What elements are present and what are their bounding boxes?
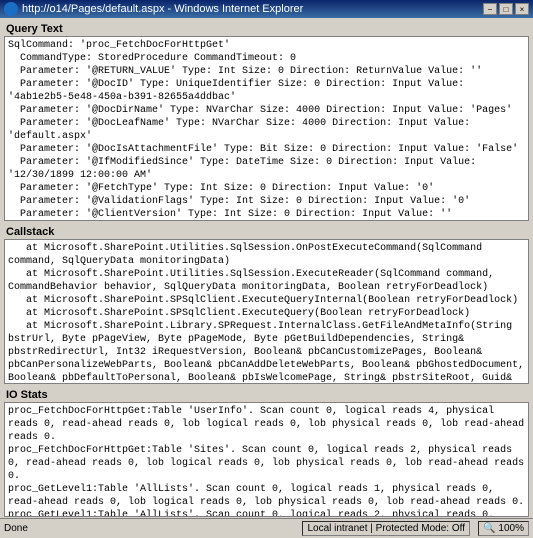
maximize-button[interactable]: □: [499, 3, 513, 15]
status-right: Local intranet | Protected Mode: Off 🔍 1…: [302, 521, 529, 536]
callstack-box[interactable]: at Microsoft.SharePoint.Utilities.SqlSes…: [4, 239, 529, 384]
title-bar: http://o14/Pages/default.aspx - Windows …: [0, 0, 533, 18]
minimize-button[interactable]: −: [483, 3, 497, 15]
status-bar: Done Local intranet | Protected Mode: Of…: [0, 518, 533, 538]
status-done: Done: [4, 523, 28, 534]
query-text-box[interactable]: SqlCommand: 'proc_FetchDocForHttpGet' Co…: [4, 36, 529, 221]
main-content: Query Text SqlCommand: 'proc_FetchDocFor…: [0, 18, 533, 518]
title-bar-controls[interactable]: − □ ×: [483, 3, 529, 15]
io-stats-section: IO Stats proc_FetchDocForHttpGet:Table '…: [4, 388, 529, 517]
zoom-icon: 🔍: [483, 523, 495, 534]
status-zone: Local intranet | Protected Mode: Off: [302, 521, 470, 536]
io-stats-content: proc_FetchDocForHttpGet:Table 'UserInfo'…: [8, 405, 525, 517]
io-stats-title: IO Stats: [4, 388, 529, 402]
io-stats-box[interactable]: proc_FetchDocForHttpGet:Table 'UserInfo'…: [4, 402, 529, 517]
query-text-title: Query Text: [4, 22, 529, 36]
callstack-section: Callstack at Microsoft.SharePoint.Utilit…: [4, 225, 529, 384]
zoom-level: 100%: [498, 523, 524, 534]
callstack-title: Callstack: [4, 225, 529, 239]
close-button[interactable]: ×: [515, 3, 529, 15]
query-text-content: SqlCommand: 'proc_FetchDocForHttpGet' Co…: [8, 39, 525, 221]
callstack-content: at Microsoft.SharePoint.Utilities.SqlSes…: [8, 242, 525, 384]
query-text-section: Query Text SqlCommand: 'proc_FetchDocFor…: [4, 22, 529, 221]
ie-icon: [4, 2, 18, 16]
status-zoom[interactable]: 🔍 100%: [478, 521, 529, 536]
title-bar-left: http://o14/Pages/default.aspx - Windows …: [4, 2, 303, 16]
window-title: http://o14/Pages/default.aspx - Windows …: [22, 3, 303, 15]
